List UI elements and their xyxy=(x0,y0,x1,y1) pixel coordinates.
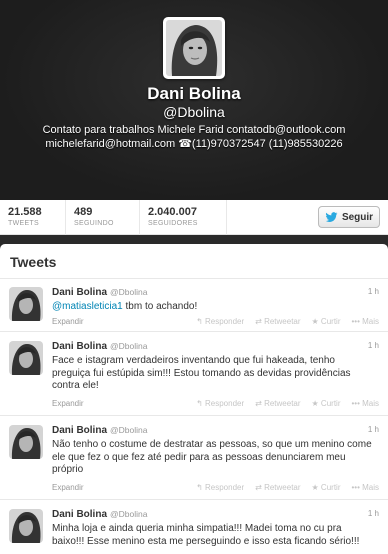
retweet-button[interactable]: ⇄ Retweetar xyxy=(255,317,300,326)
stat-tweets[interactable]: 21.588 TWEETS xyxy=(8,206,42,232)
follow-button[interactable]: Seguir xyxy=(318,206,380,228)
tweet-author-username: @Dbolina xyxy=(110,341,148,351)
tweet-actions: ↰ Responder ⇄ Retweetar ★ Curtir ••• Mai… xyxy=(196,399,379,408)
stat-divider xyxy=(65,200,66,235)
tweet-timestamp[interactable]: 1 h xyxy=(368,425,379,434)
stat-tweets-count: 21.588 xyxy=(8,206,42,218)
follow-button-label: Seguir xyxy=(341,211,374,223)
favorite-button[interactable]: ★ Curtir xyxy=(312,317,341,326)
tweet-actions: ↰ Responder ⇄ Retweetar ★ Curtir ••• Mai… xyxy=(196,317,379,326)
tweet-item[interactable]: Dani Bolina @Dbolina 1 h Face e istagram … xyxy=(0,333,388,416)
tweet-avatar[interactable] xyxy=(9,509,43,543)
stat-following-count: 489 xyxy=(74,206,93,218)
retweet-button[interactable]: ⇄ Retweetar xyxy=(255,399,300,408)
tweet-actions: ↰ Responder ⇄ Retweetar ★ Curtir ••• Mai… xyxy=(196,483,379,492)
tweet-expand-link[interactable]: Expandir xyxy=(52,483,84,492)
bio-line-1: Contato para trabalhos Michele Farid con… xyxy=(42,124,346,136)
profile-bio: Contato para trabalhos Michele Farid con… xyxy=(0,123,388,151)
tweets-panel-title: Tweets xyxy=(0,244,388,279)
stat-followers-label: SEGUIDORES xyxy=(148,220,198,227)
tweet-author-username: @Dbolina xyxy=(110,287,148,297)
tweet-author-name: Dani Bolina xyxy=(52,287,108,298)
avatar-image xyxy=(166,20,222,76)
more-button[interactable]: ••• Mais xyxy=(351,483,379,492)
tweet-item[interactable]: Dani Bolina @Dbolina 1 h Não tenho o cost… xyxy=(0,417,388,500)
stat-tweets-label: TWEETS xyxy=(8,220,39,227)
favorite-button[interactable]: ★ Curtir xyxy=(312,399,341,408)
tweet-text: Não tenho o costume de destratar as pess… xyxy=(52,439,372,475)
tweet-timestamp[interactable]: 1 h xyxy=(368,509,379,518)
tweet-text: Minha loja e ainda queria minha simpatia… xyxy=(52,523,360,547)
tweet-author[interactable]: Dani Bolina @Dbolina xyxy=(52,509,147,520)
tweet-item[interactable]: Dani Bolina @Dbolina 1 h Minha loja e ain… xyxy=(0,501,388,554)
reply-button[interactable]: ↰ Responder xyxy=(196,317,244,326)
tweet-author-name: Dani Bolina xyxy=(52,341,108,352)
stat-followers[interactable]: 2.040.007 SEGUIDORES xyxy=(148,206,198,232)
tweet-text: Face e istagram verdadeiros inventando q… xyxy=(52,355,351,391)
tweet-text-body: tbm to achando! xyxy=(122,301,198,312)
tweet-mention-link[interactable]: @matiasleticia1 xyxy=(52,301,123,312)
reply-button[interactable]: ↰ Responder xyxy=(196,399,244,408)
tweet-avatar[interactable] xyxy=(9,287,43,321)
stat-divider xyxy=(226,200,227,235)
profile-display-name: Dani Bolina xyxy=(147,84,241,103)
reply-button[interactable]: ↰ Responder xyxy=(196,483,244,492)
more-button[interactable]: ••• Mais xyxy=(351,399,379,408)
tweet-author[interactable]: Dani Bolina @Dbolina xyxy=(52,341,147,352)
twitter-bird-icon xyxy=(325,211,338,222)
tweet-author[interactable]: Dani Bolina @Dbolina xyxy=(52,287,147,298)
tweets-panel: Tweets Dani Bolina @Dbolina 1 h @matiasle… xyxy=(0,244,388,554)
stat-followers-count: 2.040.007 xyxy=(148,206,197,218)
stat-following[interactable]: 489 SEGUINDO xyxy=(74,206,114,232)
favorite-button[interactable]: ★ Curtir xyxy=(312,483,341,492)
profile-avatar[interactable] xyxy=(163,17,225,79)
tweet-timestamp[interactable]: 1 h xyxy=(368,341,379,350)
tweet-item[interactable]: Dani Bolina @Dbolina 1 h @matiasleticia1 … xyxy=(0,279,388,332)
profile-header: Dani Bolina @Dbolina Contato para trabal… xyxy=(0,0,388,200)
tweet-expand-link[interactable]: Expandir xyxy=(52,317,84,326)
tweet-timestamp[interactable]: 1 h xyxy=(368,287,379,296)
stat-divider xyxy=(139,200,140,235)
tweet-author-name: Dani Bolina xyxy=(52,509,108,520)
retweet-button[interactable]: ⇄ Retweetar xyxy=(255,483,300,492)
tweet-avatar[interactable] xyxy=(9,425,43,459)
tweet-avatar[interactable] xyxy=(9,341,43,375)
more-button[interactable]: ••• Mais xyxy=(351,317,379,326)
tweet-text: @matiasleticia1 tbm to achando! xyxy=(52,301,376,314)
tweet-expand-link[interactable]: Expandir xyxy=(52,399,84,408)
bio-line-2: michelefarid@hotmail.com ☎(11)970372547 … xyxy=(45,138,343,150)
tweet-author-username: @Dbolina xyxy=(110,509,148,519)
tweet-author-username: @Dbolina xyxy=(110,425,148,435)
tweet-author-name: Dani Bolina xyxy=(52,425,108,436)
stat-following-label: SEGUINDO xyxy=(74,220,114,227)
tweet-author[interactable]: Dani Bolina @Dbolina xyxy=(52,425,147,436)
profile-handle: @Dbolina xyxy=(163,104,225,120)
